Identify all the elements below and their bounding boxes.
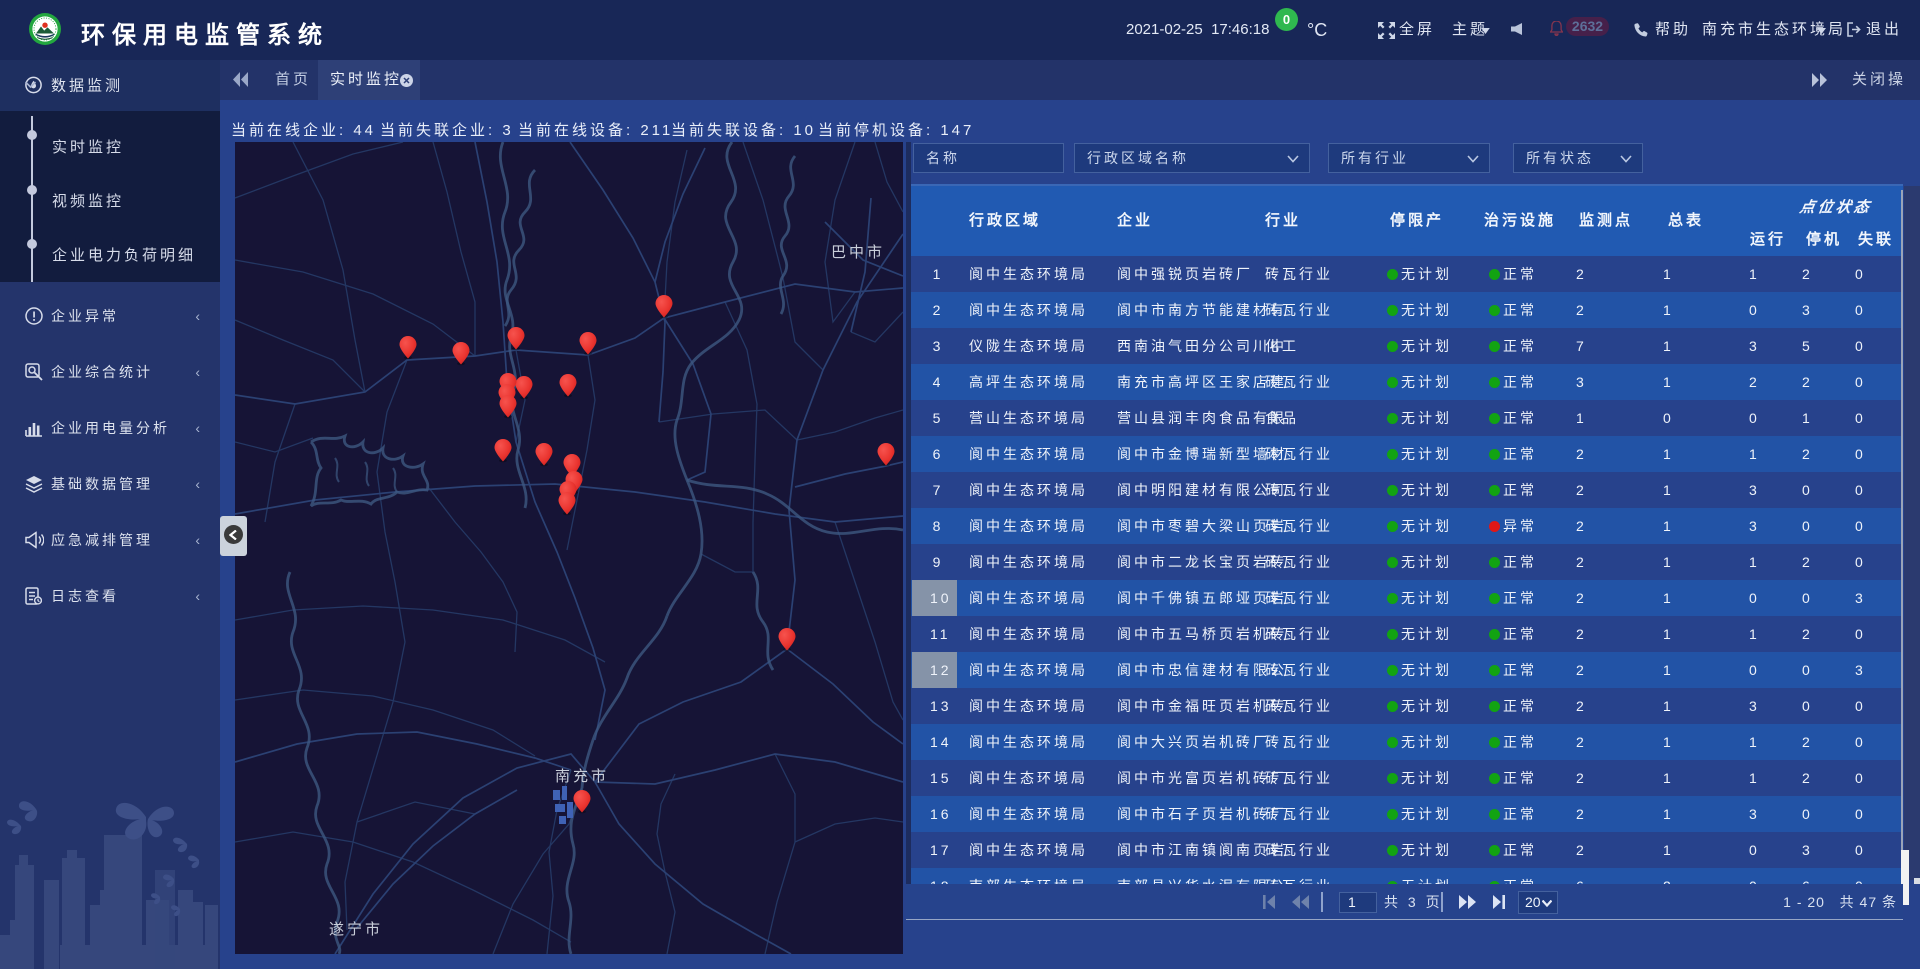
- svg-text:遂宁市: 遂宁市: [329, 921, 383, 938]
- svg-text:南充市: 南充市: [555, 768, 609, 785]
- svg-text:巴中市: 巴中市: [831, 244, 885, 261]
